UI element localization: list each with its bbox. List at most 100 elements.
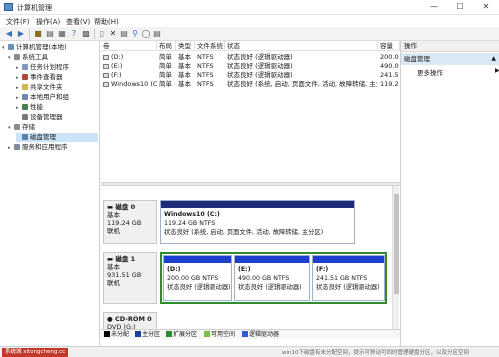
properties-icon[interactable]: ▦ xyxy=(57,29,67,39)
status-text: win10下磁盘有未分配空间，提示可移动可同时管理硬盘分区，以及分区空间 xyxy=(282,350,470,356)
tree-item-shared-folders[interactable]: ▸ 共享文件夹 xyxy=(16,83,63,92)
performance-icon xyxy=(22,104,28,110)
help-icon[interactable]: ? xyxy=(69,29,79,39)
tree-root[interactable]: ▾ 计算机管理(本地) xyxy=(2,43,67,52)
watermark: 系统城 xitongcheng.cc xyxy=(2,348,69,357)
volume-name: (E:) xyxy=(103,62,157,71)
tree-item-local-users[interactable]: ▸ 本地用户和组 xyxy=(16,93,69,102)
menu-action[interactable]: 操作(A) xyxy=(36,17,60,27)
delete-icon[interactable]: ✕ xyxy=(108,29,118,39)
volume-capacity: 241.5 xyxy=(380,71,399,79)
maximize-button[interactable]: ☐ xyxy=(447,0,473,15)
computer-management-icon xyxy=(4,3,13,11)
navigation-tree: ▾ 计算机管理(本地) ▾ 系统工具 ▸ 任务计划程序 ▸ 事件查看器 ▸ 共享文件夹 ▸… xyxy=(0,41,100,346)
tree-item-task-scheduler[interactable]: ▸ 任务计划程序 xyxy=(16,63,69,72)
toolbar-separator xyxy=(29,29,30,39)
refresh-icon[interactable]: ◯ xyxy=(141,29,151,39)
chevron-right-icon: ▶ xyxy=(495,67,499,74)
column-header-volume[interactable]: 卷 xyxy=(101,41,157,51)
disk-management-pane: 卷 布局 类型 文件系统 状态 容量 (D:) 简单 基本 NTFS 状态良好 … xyxy=(101,41,400,346)
column-header-capacity[interactable]: 容量 xyxy=(378,41,400,51)
forward-arrow-icon[interactable]: ▶ xyxy=(16,29,26,39)
logical-drive-bar xyxy=(313,256,384,263)
disk-1-label[interactable]: ▬ 磁盘 1 基本 931.51 GB 联机 xyxy=(103,252,157,304)
actions-header: 操作 xyxy=(401,41,499,52)
volume-type: 基本 xyxy=(178,71,191,79)
scrollbar-thumb[interactable] xyxy=(394,194,399,294)
tree-item-disk-management[interactable]: 磁盘管理 xyxy=(16,133,98,142)
volume-status: 状态良好 (系统, 启动, 页面文件, 活动, 故障转储, 主分区) xyxy=(227,80,377,88)
clock-icon xyxy=(22,64,28,70)
volume-layout: 简单 xyxy=(159,53,172,61)
minimize-button[interactable]: — xyxy=(421,0,447,15)
actions-section-disk-management[interactable]: 磁盘管理 ▲ xyxy=(401,53,499,65)
disk-map: ▬ 磁盘 0 基本 119.24 GB 联机 Windows10 (C:) 11… xyxy=(101,186,400,337)
close-button[interactable]: ✕ xyxy=(473,0,499,15)
volume-type: 基本 xyxy=(178,62,191,70)
volume-filesystem: NTFS xyxy=(197,80,214,88)
drive-icon xyxy=(103,82,109,87)
column-header-status[interactable]: 状态 xyxy=(225,41,378,51)
window-title: 计算机管理 xyxy=(17,4,52,12)
disk-icon xyxy=(22,134,28,140)
users-icon xyxy=(22,94,28,100)
computer-icon xyxy=(8,44,14,50)
export-list-icon[interactable]: ▤ xyxy=(152,29,162,39)
legend: 未分配 主分区 扩展分区 可用空间 逻辑驱动器 xyxy=(101,329,400,339)
tree-item-system-tools[interactable]: ▾ 系统工具 xyxy=(8,53,48,62)
logical-drive-bar xyxy=(235,256,309,263)
column-header-filesystem[interactable]: 文件系统 xyxy=(195,41,225,51)
partition-c[interactable]: Windows10 (C:) 119.24 GB NTFS 状态良好 (系统, … xyxy=(160,200,355,244)
legend-swatch xyxy=(166,331,172,337)
tree-item-services-apps[interactable]: ▸ 服务和应用程序 xyxy=(8,143,68,152)
drive-icon xyxy=(103,64,109,69)
legend-extended: 扩展分区 xyxy=(166,330,197,340)
title-bar: 计算机管理 — ☐ ✕ xyxy=(0,0,499,15)
menu-file[interactable]: 文件(F) xyxy=(6,17,30,27)
device-icon xyxy=(22,114,28,120)
menu-view[interactable]: 查看(V) xyxy=(66,17,90,27)
services-icon xyxy=(14,144,20,150)
legend-swatch xyxy=(104,331,110,337)
volume-name: Windows10 (C:) xyxy=(103,80,157,89)
primary-partition-bar xyxy=(161,201,354,208)
disk-0-label[interactable]: ▬ 磁盘 0 基本 119.24 GB 联机 xyxy=(103,200,157,244)
rescan-icon[interactable]: ▤ xyxy=(119,29,129,39)
collapse-up-icon[interactable]: ▲ xyxy=(491,53,496,65)
tree-item-event-viewer[interactable]: ▸ 事件查看器 xyxy=(16,73,63,82)
legend-swatch xyxy=(135,331,141,337)
folder-up-icon[interactable]: ■ xyxy=(33,29,43,39)
partition-e[interactable]: (E:) 490.00 GB NTFS 状态良好 (逻辑驱动器) xyxy=(234,255,310,301)
disk-map-scrollbar[interactable] xyxy=(392,186,399,337)
tree-item-storage[interactable]: ▾ 存储 xyxy=(8,123,35,132)
event-icon xyxy=(22,74,28,80)
tree-item-device-manager[interactable]: 设备管理器 xyxy=(16,113,63,122)
volume-capacity: 200.0 xyxy=(380,53,399,61)
volume-capacity: 119.2 xyxy=(380,80,399,88)
volume-filesystem: NTFS xyxy=(197,62,214,70)
partition-d[interactable]: (D:) 200.00 GB NTFS 状态良好 (逻辑驱动器) xyxy=(163,255,232,301)
volume-list: 卷 布局 类型 文件系统 状态 容量 (D:) 简单 基本 NTFS 状态良好 … xyxy=(101,41,400,181)
partition-f[interactable]: (F:) 241.51 GB NTFS 状态良好 (逻辑驱动器) xyxy=(312,255,385,301)
column-header-type[interactable]: 类型 xyxy=(176,41,195,51)
menu-bar: 文件(F) 操作(A) 查看(V) 帮助(H) xyxy=(0,15,499,27)
volume-layout: 简单 xyxy=(159,80,172,88)
volume-name: (F:) xyxy=(103,71,157,80)
tree-item-performance[interactable]: ▸ 性能 xyxy=(16,103,43,112)
document-icon[interactable]: ▯ xyxy=(97,29,107,39)
search-icon[interactable]: ⚲ xyxy=(130,29,140,39)
more-actions[interactable]: 更多操作 ▶ xyxy=(417,67,499,77)
view-icon[interactable]: ▩ xyxy=(81,29,91,39)
volume-layout: 简单 xyxy=(159,71,172,79)
folder-icon xyxy=(22,84,28,90)
toolbar: ◀ ▶ ■ ▤ ▦ ? ▩ ▯ ✕ ▤ ⚲ ◯ ▤ xyxy=(0,27,499,41)
drive-icon xyxy=(103,73,109,78)
actions-pane: 操作 磁盘管理 ▲ 更多操作 ▶ xyxy=(400,41,499,346)
column-header-layout[interactable]: 布局 xyxy=(157,41,176,51)
legend-primary: 主分区 xyxy=(135,330,160,340)
menu-help[interactable]: 帮助(H) xyxy=(94,17,119,27)
show-hide-tree-icon[interactable]: ▤ xyxy=(45,29,55,39)
volume-type: 基本 xyxy=(178,80,191,88)
back-arrow-icon[interactable]: ◀ xyxy=(4,29,14,39)
legend-swatch xyxy=(204,331,210,337)
